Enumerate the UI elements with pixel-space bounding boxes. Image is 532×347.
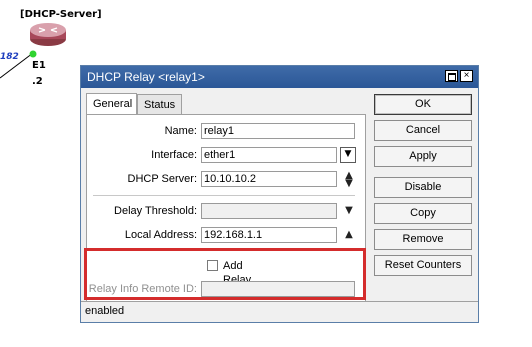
link-label: 182 [0,52,19,62]
separator [93,195,355,197]
delay-threshold-label: Delay Threshold: [114,205,197,217]
network-link [0,52,34,79]
name-field[interactable]: relay1 [201,123,355,139]
relay-info-remote-id-label: Relay Info Remote ID: [88,283,197,295]
dropdown-arrow-icon[interactable]: ▼ [340,147,356,163]
window-titlebar[interactable]: DHCP Relay <relay1> × [81,66,478,88]
dhcp-relay-window: DHCP Relay <relay1> × General Status Nam… [80,65,479,323]
delay-threshold-field[interactable] [201,203,337,219]
local-address-field[interactable]: 192.168.1.1 [201,227,337,243]
separator [93,250,355,252]
status-text: enabled [85,305,125,317]
cancel-button[interactable]: Cancel [374,120,472,141]
status-bar: enabled [81,301,478,322]
link-endpoint-dot [29,50,37,58]
general-panel: Name: relay1 Interface: ether1 ▼ DHCP Se… [86,114,366,302]
remove-button[interactable]: Remove [374,229,472,250]
reset-counters-button[interactable]: Reset Counters [374,255,472,276]
expand-down-icon[interactable]: ▼ [342,203,356,219]
up-down-icon[interactable]: ▲ ▼ [342,171,356,189]
interface-label: Interface: [151,149,197,161]
ok-button[interactable]: OK [374,94,472,115]
maximize-icon[interactable] [445,70,458,82]
tab-general[interactable]: General [86,93,137,115]
dhcp-server-label: DHCP Server: [127,173,197,185]
name-label: Name: [164,125,197,137]
interface-label: E1 [32,60,46,71]
collapse-up-icon[interactable]: ▲ [342,227,356,243]
local-address-label: Local Address: [124,229,197,241]
interface-select[interactable]: ether1 [201,147,337,163]
tab-status[interactable]: Status [137,94,182,114]
relay-info-remote-id-field[interactable] [201,281,355,297]
dhcp-server-field[interactable]: 10.10.10.2 [201,171,337,187]
close-icon[interactable]: × [460,70,473,82]
add-relay-info-checkbox[interactable] [207,260,218,271]
disable-button[interactable]: Disable [374,177,472,198]
router-icon[interactable] [28,21,68,47]
address-label: .2 [32,76,43,87]
copy-button[interactable]: Copy [374,203,472,224]
apply-button[interactable]: Apply [374,146,472,167]
window-title: DHCP Relay <relay1> [87,70,205,84]
